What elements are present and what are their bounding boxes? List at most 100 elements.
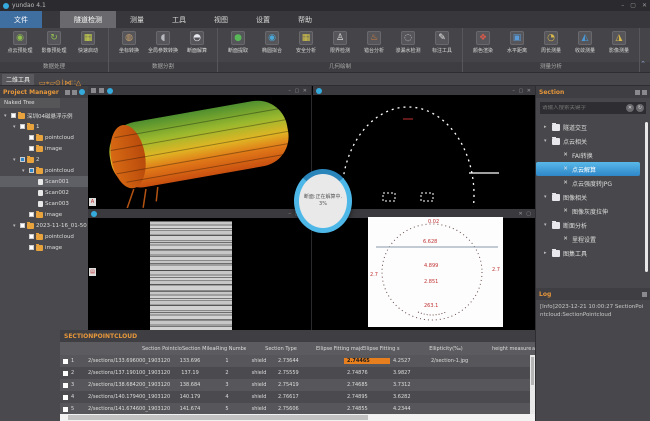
tree-item[interactable]: image (0, 143, 88, 154)
table-column-header[interactable]: Ellipse Fitting major axis (m) (316, 346, 362, 352)
section-tool-item[interactable]: ✕ 图像灰度拉伸 (536, 204, 650, 218)
tree-item[interactable]: ▾ pointcloud (0, 165, 88, 176)
tab-view[interactable]: 视图 (200, 11, 242, 28)
pin-icon[interactable] (642, 292, 647, 297)
section-tool-item[interactable]: ✕ 里程设置 (536, 232, 650, 246)
expand-arrow-icon[interactable]: ▸ (544, 250, 549, 256)
tab-tools[interactable]: 工具 (158, 11, 200, 28)
tree-item[interactable]: image (0, 242, 88, 253)
tree-item[interactable]: ▾ 2023-11-16_01-50 (0, 220, 88, 231)
tree-item[interactable]: ▾ 深圳04磁悬浮示例 (0, 110, 88, 121)
section-tool-item[interactable]: ✕ 点云强度转JPG (536, 176, 650, 190)
table-column-header[interactable]: Ellipse Fitting short axis (m) (362, 346, 400, 352)
table-column-header[interactable]: Section Type (246, 346, 316, 352)
section-tool-item[interactable]: ▾ 图像相关 (536, 190, 650, 204)
ribbon-button[interactable]: ▦ 快速启动 (71, 29, 105, 62)
clear-search-icon[interactable]: ✕ (626, 104, 634, 112)
tree-item[interactable]: pointcloud (0, 231, 88, 242)
expand-arrow-icon[interactable]: ▾ (544, 138, 549, 144)
tree-item[interactable]: Scan003 (0, 198, 88, 209)
naked-tree-tab[interactable]: Naked Tree (0, 98, 60, 108)
tree-checkbox[interactable] (29, 168, 34, 173)
ribbon-button[interactable]: ◭ 收敛测量 (568, 29, 602, 62)
ribbon-button[interactable]: ◉ 点云预处理 (3, 29, 37, 62)
table-row[interactable]: 1 2/sections/133.696000_1903120948.txt 1… (60, 355, 535, 367)
expand-arrow-icon[interactable]: ▾ (544, 194, 549, 200)
maximize-icon[interactable]: ▢ (630, 2, 636, 9)
tool-strip-tab[interactable]: 二维工具 (2, 74, 34, 85)
tree-checkbox[interactable] (29, 146, 34, 151)
table-row[interactable]: 2 2/sections/137.190100_1903120947.txt 1… (60, 367, 535, 379)
tree-item[interactable]: image (0, 209, 88, 220)
tree-item[interactable]: ▾ 1 (0, 121, 88, 132)
row-checkbox[interactable] (60, 407, 69, 412)
viewport-intensity-image[interactable]: – ▢ ✕ (88, 209, 312, 330)
expand-arrow-icon[interactable]: ▸ (544, 124, 549, 130)
table-horizontal-scrollbar[interactable] (60, 414, 535, 421)
tab-measure[interactable]: 测量 (116, 11, 158, 28)
viewport-window-controls[interactable]: – ▢ ✕ (288, 88, 308, 94)
camera-icon[interactable] (316, 88, 322, 94)
ribbon-button[interactable]: ◌ 渗漏水检测 (391, 29, 425, 62)
ribbon-button[interactable]: ♨ 错台分析 (357, 29, 391, 62)
layout-icon[interactable] (99, 88, 104, 93)
refresh-icon[interactable] (79, 89, 85, 95)
tree-checkbox[interactable] (29, 234, 34, 239)
table-row[interactable]: 3 2/sections/138.684200_1903120947.txt 1… (60, 379, 535, 391)
tunnel-pointcloud-render[interactable] (88, 95, 312, 208)
viewport-window-controls[interactable]: ✕ ▢ (518, 211, 532, 217)
table-column-header[interactable]: height measure convergence file (492, 346, 532, 352)
section-tool-item[interactable]: ✕ FAI转换 (536, 148, 650, 162)
ribbon-button[interactable]: ▣ 水平距离 (500, 29, 534, 62)
expand-arrow-icon[interactable]: ▾ (4, 113, 9, 119)
tree-checkbox[interactable] (20, 157, 25, 162)
tree-item[interactable]: pointcloud (0, 132, 88, 143)
ribbon-button[interactable]: ◖ 全局参数转换 (146, 29, 180, 62)
ribbon-button[interactable]: ◮ 影像测量 (602, 29, 636, 62)
ribbon-collapse-icon[interactable]: ⌃ (640, 60, 646, 68)
tree-item[interactable]: Scan002 (0, 187, 88, 198)
tab-tunnel-detect[interactable]: 隧道检测 (60, 11, 116, 28)
section-tool-item[interactable]: ▾ 点云相关 (536, 134, 650, 148)
tab-settings[interactable]: 设置 (242, 11, 284, 28)
table-column-header[interactable]: angle deviation (532, 346, 535, 352)
minimize-icon[interactable]: – (621, 2, 624, 9)
row-checkbox[interactable] (60, 371, 69, 376)
tab-file[interactable]: 文件 (0, 11, 42, 28)
refresh-icon[interactable]: ↻ (636, 104, 644, 112)
dock-icon[interactable] (65, 90, 70, 95)
row-checkbox[interactable] (60, 395, 69, 400)
tree-checkbox[interactable] (20, 223, 25, 228)
tree-item[interactable]: ▾ 2 (0, 154, 88, 165)
expand-arrow-icon[interactable]: ▾ (544, 222, 549, 228)
viewport-window-controls[interactable]: – ▢ ✕ (512, 88, 532, 94)
table-column-header[interactable]: Ellipticity(‰) (400, 346, 492, 352)
annotation-clip-icon[interactable]: ▤ (89, 268, 96, 276)
ribbon-button[interactable]: ◉ 椭圆拟合 (255, 29, 289, 62)
section-tool-item[interactable]: ▸ 图集工具 (536, 246, 650, 260)
section-tool-item[interactable]: ✕ 点云解算 (536, 162, 640, 176)
ribbon-button[interactable]: ▤ 报表输出 (643, 29, 650, 62)
search-input[interactable] (542, 105, 624, 111)
ribbon-button[interactable]: ● 断面提取 (221, 29, 255, 62)
pin-icon[interactable] (72, 90, 77, 95)
tree-checkbox[interactable] (29, 245, 34, 250)
table-column-header[interactable]: Section Mileage (182, 346, 216, 352)
table-row[interactable]: 4 2/sections/140.179400_1903120943.txt 1… (60, 391, 535, 403)
camera-icon[interactable] (107, 88, 113, 94)
expand-arrow-icon[interactable]: ▾ (13, 157, 18, 163)
row-checkbox[interactable] (60, 383, 69, 388)
table-column-header[interactable]: Section Pointcloud (142, 346, 182, 352)
tree-checkbox[interactable] (11, 113, 16, 118)
section-tool-item[interactable]: ▸ 隧道交互 (536, 120, 650, 134)
close-icon[interactable]: ✕ (642, 2, 647, 9)
dock-icon[interactable] (635, 90, 640, 95)
tab-help[interactable]: 帮助 (284, 11, 326, 28)
ribbon-button[interactable]: ◓ 断面解算 (180, 29, 214, 62)
expand-arrow-icon[interactable]: ▾ (13, 124, 18, 130)
tree-checkbox[interactable] (29, 135, 34, 140)
table-column-header[interactable]: Ring Number (216, 346, 246, 352)
tree-checkbox[interactable] (20, 124, 25, 129)
ribbon-button[interactable]: ✎ 标注工具 (425, 29, 459, 62)
intensity-strip-image[interactable] (150, 221, 232, 330)
